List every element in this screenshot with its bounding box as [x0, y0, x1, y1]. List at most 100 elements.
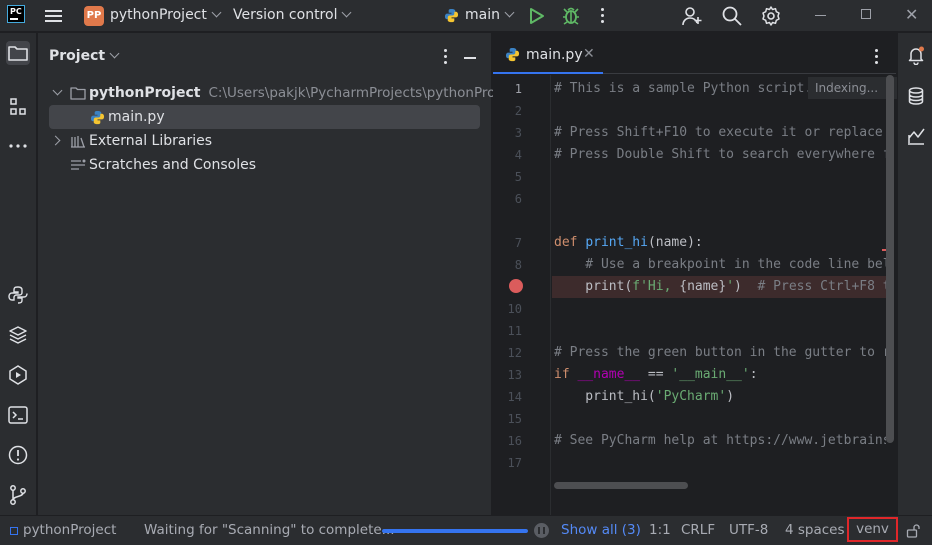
- code-line: # Press the green button in the gutter t…: [554, 345, 886, 360]
- line-number: 2: [514, 104, 522, 118]
- search-icon[interactable]: [721, 5, 743, 27]
- code-editor-area[interactable]: # This is a sample Python script. # Pres…: [552, 75, 886, 515]
- chevron-down-icon: [342, 7, 352, 18]
- scratches-label: Scratches and Consoles: [89, 157, 256, 173]
- project-square-icon: [10, 527, 18, 535]
- hamburger-menu-icon[interactable]: [45, 7, 63, 23]
- minimize-icon[interactable]: [815, 15, 826, 16]
- tab-main-py-label: main.py: [526, 47, 583, 63]
- line-number: 14: [507, 390, 522, 404]
- python-file-icon: [505, 47, 520, 62]
- code-line: # See PyCharm help at https://www.jetbra…: [554, 433, 886, 448]
- line-number: 7: [514, 236, 522, 250]
- interpreter-selector[interactable]: venv: [847, 517, 898, 542]
- terminal-icon[interactable]: [6, 403, 30, 427]
- notifications-icon[interactable]: [906, 45, 926, 65]
- more-vertical-icon[interactable]: [875, 48, 879, 64]
- external-libraries-label: External Libraries: [89, 133, 212, 149]
- database-icon[interactable]: [906, 86, 926, 106]
- code-line: # Press Double Shift to search everywher…: [554, 147, 886, 162]
- project-panel: Project pythonProject C:\Users\pakjk\Pych…: [38, 33, 520, 515]
- project-selector[interactable]: pythonProject: [110, 7, 222, 23]
- left-tool-window-bar: [0, 33, 37, 515]
- git-icon[interactable]: [6, 483, 30, 507]
- python-file-icon: [90, 110, 105, 125]
- chevron-down-icon[interactable]: [52, 85, 63, 96]
- status-message[interactable]: Waiting for "Scanning" to complete...: [144, 522, 395, 538]
- layers-icon[interactable]: [6, 323, 30, 347]
- scratches-icon: [71, 159, 86, 170]
- progress-bar[interactable]: [382, 529, 528, 533]
- code-line: # Use a breakpoint in the code line bel: [554, 257, 886, 272]
- run-config-label: main: [465, 7, 500, 23]
- add-user-icon[interactable]: [681, 5, 703, 27]
- version-control-label: Version control: [233, 7, 338, 23]
- progress-bar-fill: [382, 529, 528, 533]
- close-tab-icon[interactable]: ✕: [583, 46, 595, 62]
- line-number: 1: [514, 82, 522, 96]
- title-bar: PC PP pythonProject Version control main…: [0, 0, 932, 32]
- tree-item-scratches[interactable]: Scratches and Consoles: [38, 153, 492, 177]
- more-vertical-icon[interactable]: [444, 48, 448, 64]
- main-py-label: main.py: [108, 109, 165, 125]
- project-root-label: pythonProject: [89, 85, 201, 101]
- project-folder-icon[interactable]: [6, 41, 30, 65]
- code-line-breakpoint: print(f'Hi, {name}') # Press Ctrl+F8 t: [552, 276, 886, 298]
- chevron-right-icon[interactable]: [50, 135, 61, 146]
- pause-icon[interactable]: [534, 523, 549, 538]
- run-icon[interactable]: [529, 7, 545, 25]
- line-number: 17: [507, 456, 522, 470]
- line-number: 8: [514, 258, 522, 272]
- line-number: 10: [507, 302, 522, 316]
- code-line: print_hi('PyCharm'): [554, 389, 735, 404]
- breakpoint-icon[interactable]: [509, 279, 523, 293]
- right-tool-window-bar: [897, 33, 932, 515]
- gear-icon[interactable]: [760, 5, 782, 27]
- chevron-down-icon: [211, 7, 222, 18]
- structure-icon[interactable]: [6, 95, 30, 119]
- chevron-down-icon: [504, 7, 515, 18]
- more-horizontal-icon[interactable]: [6, 134, 30, 158]
- project-badge[interactable]: PP: [84, 6, 104, 26]
- code-line: # Press Shift+F10 to execute it or repla…: [554, 125, 883, 140]
- tree-item-project-root[interactable]: pythonProject C:\Users\pakjk\PycharmProje…: [38, 81, 520, 105]
- python-console-icon[interactable]: [6, 283, 30, 307]
- status-bar: pythonProject Waiting for "Scanning" to …: [0, 515, 932, 545]
- line-number: 15: [507, 412, 522, 426]
- line-number: 12: [507, 346, 522, 360]
- project-panel-title[interactable]: Project: [49, 48, 120, 64]
- pycharm-logo[interactable]: PC: [7, 5, 25, 23]
- hide-panel-icon[interactable]: [464, 57, 476, 59]
- caret-position[interactable]: 1:1: [649, 522, 671, 538]
- more-vertical-icon[interactable]: [601, 6, 607, 26]
- line-number-gutter[interactable]: 1 2 3 4 5 6 7 8 10 11 12 13 14 15 16 17: [493, 75, 551, 515]
- show-all-link[interactable]: Show all (3): [561, 522, 641, 538]
- unlock-icon[interactable]: [906, 524, 920, 538]
- horizontal-scrollbar[interactable]: [554, 482, 688, 489]
- analytics-icon[interactable]: [906, 126, 926, 146]
- library-icon: [71, 136, 85, 148]
- vertical-scrollbar[interactable]: [886, 75, 894, 443]
- maximize-icon[interactable]: [861, 9, 871, 19]
- line-separator[interactable]: CRLF: [681, 522, 715, 538]
- folder-icon: [70, 87, 86, 100]
- close-icon[interactable]: ✕: [905, 7, 918, 23]
- indent-setting[interactable]: 4 spaces: [785, 522, 845, 538]
- problems-icon[interactable]: [6, 443, 30, 467]
- tree-item-external-libraries[interactable]: External Libraries: [38, 129, 492, 153]
- editor: main.py ✕ 1 2 3 4 5 6 7 8 10 11 12 13 14…: [493, 33, 898, 515]
- version-control-menu[interactable]: Version control: [233, 7, 352, 23]
- line-number: 6: [514, 192, 522, 206]
- project-root-path: C:\Users\pakjk\PycharmProjects\pythonPro…: [208, 85, 521, 101]
- chevron-down-icon: [109, 48, 120, 59]
- file-encoding[interactable]: UTF-8: [729, 522, 768, 538]
- services-icon[interactable]: [6, 363, 30, 387]
- status-project-name[interactable]: pythonProject: [23, 522, 116, 538]
- line-number: 5: [514, 170, 522, 184]
- line-number: 3: [514, 126, 522, 140]
- debug-icon[interactable]: [562, 6, 580, 26]
- tab-main-py[interactable]: main.py ✕: [493, 33, 603, 74]
- tree-item-main-py[interactable]: main.py: [49, 105, 480, 129]
- run-config-selector[interactable]: main: [444, 7, 515, 23]
- line-number: 11: [507, 324, 522, 338]
